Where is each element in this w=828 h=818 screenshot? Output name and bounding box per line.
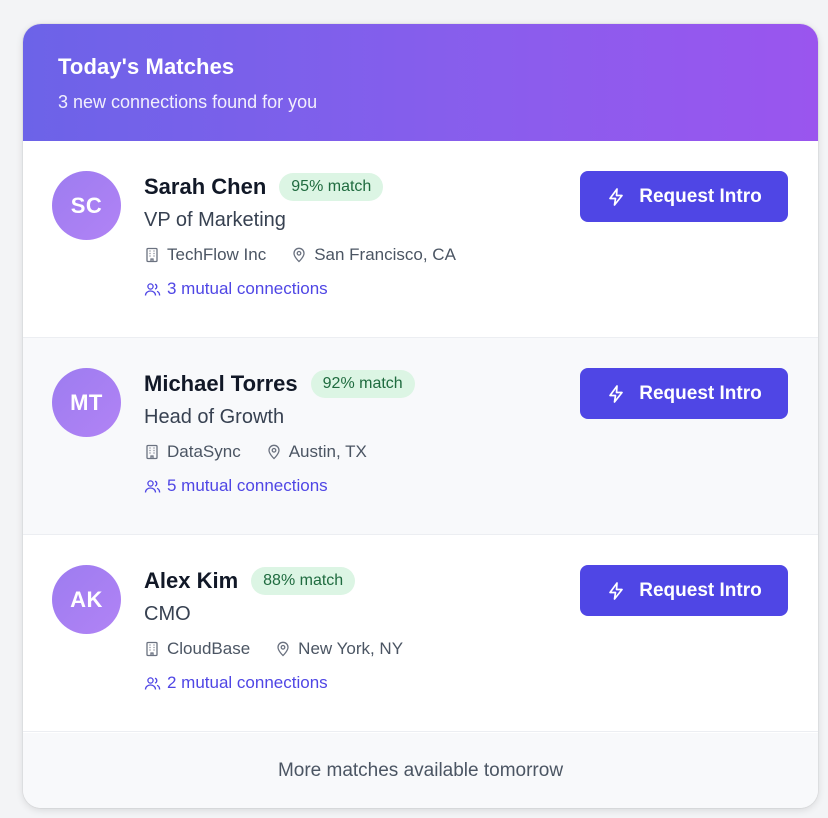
avatar: MT <box>52 368 121 437</box>
users-icon <box>144 281 161 298</box>
avatar: AK <box>52 565 121 634</box>
matches-card: Today's Matches 3 new connections found … <box>23 24 818 808</box>
match-row: SC Sarah Chen 95% match VP of Marketing … <box>23 141 818 338</box>
avatar: SC <box>52 171 121 240</box>
map-pin-icon <box>291 247 307 263</box>
request-intro-label: Request Intro <box>639 382 762 404</box>
mutual-connections-text: 5 mutual connections <box>167 476 328 495</box>
company-name: TechFlow Inc <box>167 245 267 264</box>
header-title: Today's Matches <box>58 54 235 79</box>
location: New York, NY <box>298 639 404 658</box>
map-pin-icon <box>275 641 291 657</box>
match-info: Michael Torres 92% match Head of Growth … <box>144 368 415 496</box>
building-icon <box>144 247 160 263</box>
users-icon <box>144 675 161 692</box>
match-name: Sarah Chen <box>144 174 267 199</box>
location: Austin, TX <box>288 442 367 461</box>
match-row: MT Michael Torres 92% match Head of Grow… <box>23 338 818 535</box>
map-pin-icon <box>266 444 282 460</box>
request-intro-button[interactable]: Request Intro <box>580 368 788 419</box>
footer-text: More matches available tomorrow <box>277 759 564 781</box>
request-intro-button[interactable]: Request Intro <box>580 171 788 222</box>
company-name: CloudBase <box>167 639 251 658</box>
mutual-connections-text: 3 mutual connections <box>167 279 328 298</box>
mutual-connections-text: 2 mutual connections <box>167 673 328 692</box>
lightning-bolt-icon <box>606 384 626 404</box>
match-name: Alex Kim <box>144 568 239 593</box>
request-intro-label: Request Intro <box>639 185 762 207</box>
job-title: CMO <box>144 603 191 625</box>
lightning-bolt-icon <box>606 581 626 601</box>
building-icon <box>144 444 160 460</box>
mutual-connections-link[interactable]: 5 mutual connections <box>144 476 415 496</box>
request-intro-button[interactable]: Request Intro <box>580 565 788 616</box>
mutual-connections-link[interactable]: 3 mutual connections <box>144 279 456 299</box>
location: San Francisco, CA <box>314 245 456 264</box>
mutual-connections-link[interactable]: 2 mutual connections <box>144 673 403 693</box>
match-score-badge: 95% match <box>279 173 384 201</box>
lightning-bolt-icon <box>606 187 626 207</box>
job-title: Head of Growth <box>144 406 285 428</box>
users-icon <box>144 478 161 495</box>
card-footer: More matches available tomorrow <box>23 733 818 808</box>
building-icon <box>144 641 160 657</box>
match-score-badge: 92% match <box>310 370 415 398</box>
card-header: Today's Matches 3 new connections found … <box>23 24 818 141</box>
request-intro-label: Request Intro <box>639 579 762 601</box>
job-title: VP of Marketing <box>144 209 286 231</box>
header-subtitle: 3 new connections found for you <box>58 92 318 112</box>
match-name: Michael Torres <box>144 371 298 396</box>
match-info: Alex Kim 88% match CMO CloudBase New Yor… <box>144 565 403 693</box>
match-info: Sarah Chen 95% match VP of Marketing Tec… <box>144 171 456 299</box>
match-score-badge: 88% match <box>251 567 356 595</box>
company-name: DataSync <box>167 442 241 461</box>
match-row: AK Alex Kim 88% match CMO CloudBase New … <box>23 535 818 732</box>
